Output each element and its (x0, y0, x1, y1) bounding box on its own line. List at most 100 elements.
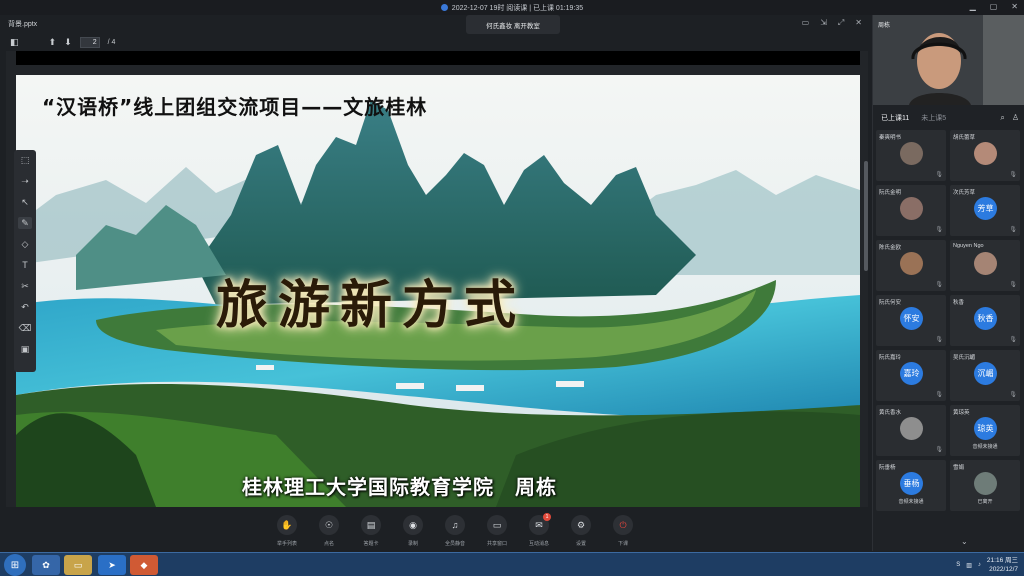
share-window-button[interactable]: ▭ 共享窗口 (484, 508, 510, 550)
student-tile[interactable]: 黄氏香水 🎙 (876, 405, 946, 456)
student-tile[interactable]: 胡氏蕾草 🎙 (950, 130, 1020, 181)
attendance-tabs: 已上课11 未上课5 ⌕ ♙ (873, 111, 1024, 125)
doc-close-button[interactable]: ✕ (855, 18, 862, 28)
network-icon[interactable]: ▥ (966, 562, 972, 569)
mic-icon[interactable]: 🎙 (1009, 281, 1017, 288)
minimize-button[interactable]: ▁ (970, 2, 976, 11)
mic-icon[interactable]: 🎙 (935, 171, 943, 178)
settings-button[interactable]: ⚙ 设置 (568, 508, 594, 550)
page-number-input[interactable]: 2 (79, 36, 100, 48)
student-tile[interactable]: 秋香 秋香 🎙 (950, 295, 1020, 346)
student-tile[interactable]: 陈氏金欧 🎙 (876, 240, 946, 291)
mic-icon[interactable]: 🎙 (935, 391, 943, 398)
app-icon[interactable]: ➤ (98, 555, 126, 575)
mic-icon[interactable]: 🎙 (935, 446, 943, 453)
student-tile[interactable]: 阮垂杨 垂杨 音频未接通 (876, 460, 946, 511)
end-class-label: 下课 (617, 541, 628, 547)
doc-fullscreen-button[interactable]: ⤢ (838, 18, 844, 28)
text-tool-icon[interactable]: T (18, 259, 32, 271)
next-page-icon[interactable]: ⬇ (64, 37, 72, 48)
mic-icon[interactable]: 🎙 (1009, 336, 1017, 343)
chevron-down-icon[interactable]: ⌄ (961, 537, 968, 546)
student-photo-avatar (900, 197, 923, 220)
student-status: 音频未接通 (972, 444, 998, 450)
system-clock[interactable]: 21:16 周三 2022/12/7 (987, 556, 1018, 574)
student-tile[interactable]: 阮氏嘉玲 嘉玲 🎙 (876, 350, 946, 401)
record-label: 录制 (407, 541, 418, 547)
user-settings-icon[interactable]: ♙ (1012, 113, 1019, 123)
student-tile[interactable]: 雪娟 已离开 (950, 460, 1020, 511)
student-name: 阮氏金明 (879, 190, 902, 196)
student-photo-avatar (974, 252, 997, 275)
hand-raise-button[interactable]: ✋ 举手列表 (274, 508, 300, 550)
sidebar-toggle-icon[interactable]: ◧ (10, 37, 19, 48)
document-header: 背景.pptx ▭ ⇲ ⤢ ✕ (0, 15, 870, 33)
student-photo-avatar (974, 472, 997, 495)
document-toolbar: ◧ ⬆ ⬇ 2 / 4 (0, 33, 870, 51)
toolbox-tool-icon[interactable]: ▣ (18, 343, 32, 355)
student-tile[interactable]: 黄琼英 琼英 音频未接通 (950, 405, 1020, 456)
prev-page-icon[interactable]: ⬆ (49, 37, 57, 48)
input-method-icon[interactable]: S (956, 562, 960, 568)
student-name: 雪娟 (953, 465, 965, 471)
window-title: 2022-12-07 19时 阅读课 | 已上课 01:19:35 (451, 4, 584, 12)
teacher-name: 周栋 (878, 23, 891, 29)
student-name: 吴氏沉嵋 (953, 355, 976, 361)
student-tile[interactable]: Nguyen Ngo 🎙 (950, 240, 1020, 291)
end-class-button[interactable]: ⏻ 下课 (610, 508, 636, 550)
clock-time: 21:16 周三 (986, 557, 1018, 564)
student-status: 已离开 (977, 499, 993, 505)
windows-taskbar: ⊞ ✿ ▭ ➤ ◆ S ▥ ♪ 21:16 周三 2022/12/7 (0, 552, 1024, 576)
maximize-button[interactable]: ▢ (990, 2, 998, 11)
doc-minimize-button[interactable]: ▭ (802, 18, 810, 28)
student-avatar: 秋香 (974, 307, 997, 330)
student-grid: 秦爽明书 🎙 胡氏蕾草 🎙 阮氏金明 🎙 次氏芳草 芳草 🎙 陈氏金欧 🎙 Ng… (876, 130, 1022, 511)
explorer-app-icon[interactable]: ✿ (32, 555, 60, 575)
student-name: 陈氏金欧 (879, 245, 902, 251)
student-tile[interactable]: 吴氏沉嵋 沉嵋 🎙 (950, 350, 1020, 401)
tab-attended[interactable]: 已上课11 (881, 113, 909, 123)
student-tile[interactable]: 次氏芳草 芳草 🎙 (950, 185, 1020, 236)
mic-icon[interactable]: 🎙 (935, 281, 943, 288)
mute-all-button[interactable]: ♫ 全员静音 (442, 508, 468, 550)
student-tile[interactable]: 秦爽明书 🎙 (876, 130, 946, 181)
window-controls: ▁ ▢ ✕ (970, 2, 1018, 11)
student-name: 秦爽明书 (879, 135, 902, 141)
mic-icon[interactable]: 🎙 (935, 226, 943, 233)
folder-app-icon[interactable]: ▭ (64, 555, 92, 575)
search-icon[interactable]: ⌕ (1000, 113, 1004, 123)
mic-icon[interactable]: 🎙 (935, 336, 943, 343)
eraser-tool-icon[interactable]: ⌫ (18, 322, 32, 334)
record-button[interactable]: ◉ 录制 (400, 508, 426, 550)
pointer-arrow-tool-icon[interactable]: ➝ (18, 175, 32, 187)
slide-scrollbar[interactable] (864, 161, 868, 271)
laser-tool-icon[interactable]: ⬚ (18, 154, 32, 166)
window-title-bar: 2022-12-07 19时 阅读课 | 已上课 01:19:35 ▁ ▢ ✕ (0, 0, 1024, 15)
student-tile[interactable]: 阮氏金明 🎙 (876, 185, 946, 236)
undo-tool-icon[interactable]: ↶ (18, 301, 32, 313)
messages-button[interactable]: ✉ 1 互动消息 (526, 508, 552, 550)
select-tool-icon[interactable]: ↖ (18, 196, 32, 208)
tab-absent[interactable]: 未上课5 (921, 113, 946, 123)
classroom-app-icon[interactable]: ◆ (130, 555, 158, 575)
mic-icon[interactable]: 🎙 (1009, 391, 1017, 398)
roll-call-label: 点名 (323, 541, 334, 547)
mic-icon[interactable]: 🎙 (1009, 226, 1017, 233)
answer-card-button[interactable]: ▤ 答题卡 (358, 508, 384, 550)
shapes-tool-icon[interactable]: ◇ (18, 238, 32, 250)
classroom-controls: ✋ 举手列表 ☉ 点名 ▤ 答题卡 ◉ 录制 ♫ 全员静音 ▭ 共享窗口 ✉ 1… (0, 508, 870, 550)
pen-tool-icon[interactable]: ✎ (18, 217, 32, 229)
student-photo-avatar (900, 142, 923, 165)
scissors-tool-icon[interactable]: ✂ (18, 280, 32, 292)
student-name: 黄氏香水 (879, 410, 902, 416)
close-window-button[interactable]: ✕ (1011, 2, 1018, 11)
roll-call-button[interactable]: ☉ 点名 (316, 508, 342, 550)
student-tile[interactable]: 阮氏何安 怀安 🎙 (876, 295, 946, 346)
volume-icon[interactable]: ♪ (978, 562, 981, 568)
slide-footer: 桂林理工大学国际教育学院 周栋 (242, 475, 557, 499)
start-button-icon[interactable]: ⊞ (4, 554, 26, 576)
page-total: / 4 (107, 38, 116, 46)
doc-popout-button[interactable]: ⇲ (820, 18, 827, 28)
mic-icon[interactable]: 🎙 (1009, 171, 1017, 178)
student-avatar: 垂杨 (900, 472, 923, 495)
